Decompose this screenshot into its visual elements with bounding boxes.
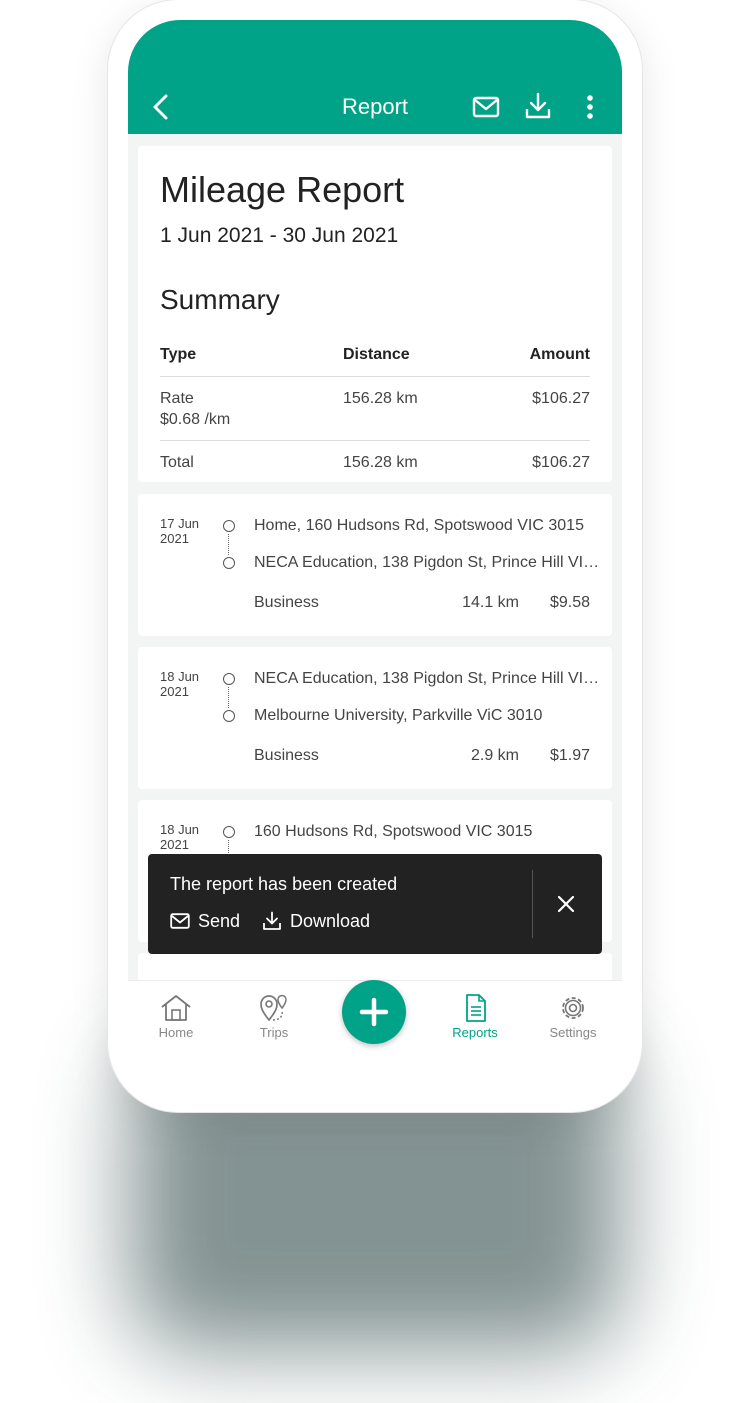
- trip-purpose: Business: [254, 594, 319, 611]
- trip-date-day: 18 Jun: [160, 822, 200, 837]
- trip-date: 17 Jun 2021: [160, 516, 210, 546]
- mail-icon: [170, 913, 190, 929]
- add-trip-button[interactable]: [342, 980, 406, 1044]
- trip-card[interactable]: 18 Jun 2021 NECA Education, 138 Pigdon S…: [138, 647, 612, 789]
- plus-icon: [359, 997, 389, 1027]
- snackbar-message: The report has been created: [170, 874, 398, 894]
- divider: [160, 376, 590, 377]
- trip-destination: Melbourne University, Parkville ViC 3010: [254, 707, 543, 724]
- origin-dot-icon: [223, 673, 235, 685]
- summary-card: Mileage Report 1 Jun 2021 - 30 Jun 2021 …: [138, 146, 612, 482]
- column-header-amount: Amount: [529, 346, 590, 363]
- column-header-type: Type: [160, 346, 197, 363]
- total-amount: $106.27: [532, 454, 590, 471]
- route-line: [228, 687, 229, 708]
- trip-date-year: 2021: [160, 531, 189, 546]
- total-distance: 156.28 km: [343, 454, 418, 471]
- trip-amount: $9.58: [549, 594, 590, 611]
- trip-date-day: 17 Jun: [160, 516, 200, 531]
- send-button[interactable]: Send: [170, 908, 240, 934]
- trip-date: 18 Jun 2021: [160, 669, 210, 699]
- nav-trips-label: Trips: [259, 1025, 289, 1040]
- total-type: Total: [160, 454, 194, 471]
- document-icon: [466, 994, 486, 1022]
- download-icon[interactable]: [524, 92, 552, 120]
- app-header: Report: [128, 20, 622, 134]
- origin-dot-icon: [223, 826, 235, 838]
- more-vertical-icon[interactable]: [583, 94, 597, 122]
- snackbar-divider: [532, 870, 533, 938]
- route-line: [228, 534, 229, 555]
- report-title: Mileage Report: [160, 169, 405, 210]
- trip-date-day: 18 Jun: [160, 669, 200, 684]
- bottom-navigation: Home Trips Reports Settings: [128, 980, 622, 1092]
- trip-distance: 2.9 km: [470, 747, 519, 764]
- download-button[interactable]: Download: [262, 908, 370, 934]
- snackbar: The report has been created Send Downloa…: [148, 854, 602, 954]
- download-icon: [263, 911, 281, 930]
- nav-settings[interactable]: Settings: [533, 993, 613, 1041]
- destination-dot-icon: [223, 710, 235, 722]
- trip-origin: 160 Hudsons Rd, Spotswood VIC 3015: [254, 823, 533, 840]
- mail-icon[interactable]: [472, 95, 500, 119]
- column-header-distance: Distance: [343, 346, 410, 363]
- trip-date-year: 2021: [160, 837, 189, 852]
- report-date-range: 1 Jun 2021 - 30 Jun 2021: [160, 224, 399, 247]
- app-screen: Report Mileage Report 1 Jun 2021 - 30 Ju…: [128, 20, 622, 1092]
- nav-home-label: Home: [158, 1025, 194, 1040]
- map-pin-icon: [260, 994, 287, 1022]
- gear-icon: [562, 997, 584, 1019]
- rate-value: $0.68 /km: [160, 411, 231, 428]
- summary-heading: Summary: [160, 284, 280, 315]
- trip-amount: $1.97: [549, 747, 590, 764]
- origin-dot-icon: [223, 520, 235, 532]
- download-label: Download: [290, 910, 371, 931]
- send-label: Send: [198, 910, 241, 931]
- nav-reports-label: Reports: [452, 1025, 498, 1040]
- trip-date-year: 2021: [160, 684, 189, 699]
- close-icon[interactable]: [554, 892, 578, 916]
- nav-reports[interactable]: Reports: [435, 993, 515, 1041]
- trip-origin: NECA Education, 138 Pigdon St, Prince Hi…: [254, 670, 600, 687]
- trip-origin: Home, 160 Hudsons Rd, Spotswood VIC 3015: [254, 517, 584, 534]
- trip-purpose: Business: [254, 747, 319, 764]
- trip-date: 18 Jun 2021: [160, 822, 210, 852]
- rate-distance: 156.28 km: [343, 390, 418, 407]
- trip-card[interactable]: 17 Jun 2021 Home, 160 Hudsons Rd, Spotsw…: [138, 494, 612, 636]
- destination-dot-icon: [223, 557, 235, 569]
- rate-type: Rate: [160, 390, 194, 407]
- divider: [160, 440, 590, 441]
- trip-distance: 14.1 km: [462, 594, 519, 611]
- nav-home[interactable]: Home: [136, 993, 216, 1041]
- nav-settings-label: Settings: [549, 1025, 597, 1040]
- trip-destination: NECA Education, 138 Pigdon St, Prince Hi…: [254, 554, 600, 571]
- nav-trips[interactable]: Trips: [234, 993, 314, 1041]
- home-icon: [161, 995, 191, 1021]
- rate-amount: $106.27: [532, 390, 590, 407]
